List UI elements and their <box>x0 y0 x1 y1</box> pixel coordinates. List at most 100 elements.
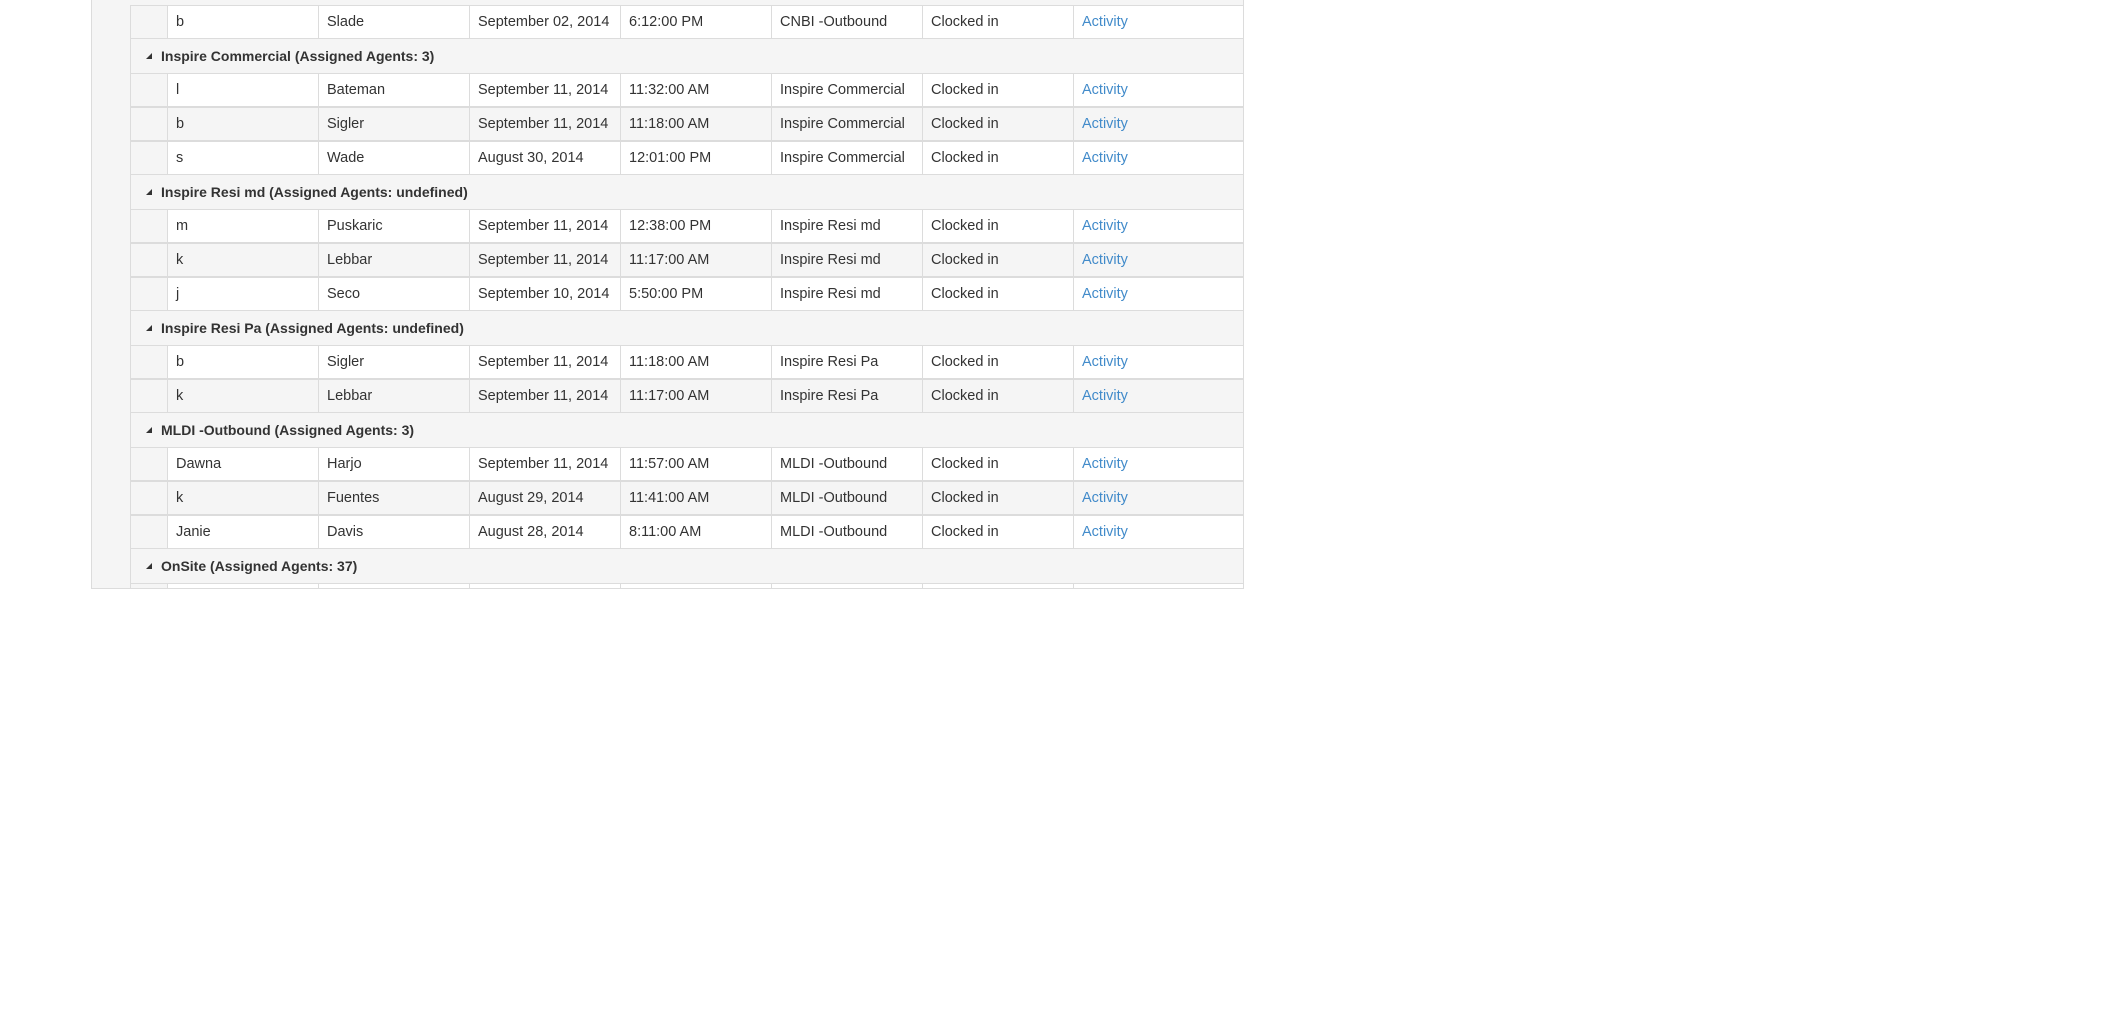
group-indent-cell <box>131 481 168 515</box>
group-header-row[interactable]: Inspire Resi md (Assigned Agents: undefi… <box>92 175 1243 209</box>
last-name-cell: Fuentes <box>319 482 470 514</box>
last-name-cell: Davis <box>319 516 470 548</box>
group-header[interactable]: Inspire Resi Pa (Assigned Agents: undefi… <box>131 311 1243 345</box>
activity-link[interactable]: Activity <box>1074 6 1243 38</box>
table-row[interactable]: Dawna Harjo September 11, 2014 11:57:00 AM M… <box>92 447 1243 481</box>
collapse-caret-icon[interactable] <box>145 52 161 60</box>
group-indent-cell <box>131 5 168 39</box>
date-cell: August 29, 2014 <box>470 482 621 514</box>
group-header-row[interactable]: Inspire Commercial (Assigned Agents: 3) <box>92 39 1243 73</box>
first-name-cell: b <box>168 346 319 378</box>
table-row[interactable]: j Seco September 10, 2014 5:50:00 PM Inspire… <box>92 277 1243 311</box>
status-cell: Clocked in <box>923 108 1074 140</box>
activity-link[interactable]: Activity <box>1074 516 1243 548</box>
agent-grid: b Slade September 02, 2014 6:12:00 PM CNBI -… <box>91 0 1244 589</box>
last-name-cell: Puskaric <box>319 210 470 242</box>
table-row[interactable]: l Bateman September 11, 2014 11:32:00 AM Ins… <box>92 73 1243 107</box>
date-cell: September 11, 2014 <box>470 244 621 276</box>
group-header-row[interactable]: OnSite (Assigned Agents: 37) <box>92 549 1243 583</box>
activity-link[interactable]: Activity <box>1074 346 1243 378</box>
group-indent-cell <box>131 73 168 107</box>
status-cell: Clocked in <box>923 142 1074 174</box>
date-cell: September 11, 2014 <box>470 346 621 378</box>
group-indent-cell <box>131 107 168 141</box>
activity-link[interactable] <box>1074 584 1243 588</box>
table-row[interactable]: k Lebbar September 11, 2014 11:17:00 AM Insp… <box>92 379 1243 413</box>
campaign-cell <box>772 584 923 588</box>
status-cell: Clocked in <box>923 278 1074 310</box>
row-gutter <box>92 549 131 583</box>
last-name-cell: Sigler <box>319 346 470 378</box>
collapse-caret-icon[interactable] <box>145 324 161 332</box>
row-gutter <box>92 243 131 277</box>
status-cell: Clocked in <box>923 380 1074 412</box>
time-cell: 11:17:00 AM <box>621 380 772 412</box>
collapse-caret-icon[interactable] <box>145 188 161 196</box>
collapse-caret-icon[interactable] <box>145 562 161 570</box>
row-gutter <box>92 141 131 175</box>
activity-link[interactable]: Activity <box>1074 74 1243 106</box>
table-row[interactable]: k Lebbar September 11, 2014 11:17:00 AM Insp… <box>92 243 1243 277</box>
activity-link[interactable]: Activity <box>1074 210 1243 242</box>
first-name-cell: k <box>168 482 319 514</box>
status-cell: Clocked in <box>923 516 1074 548</box>
time-cell: 5:50:00 PM <box>621 278 772 310</box>
row-gutter <box>92 413 131 447</box>
time-cell: 11:17:00 AM <box>621 244 772 276</box>
date-cell: September 11, 2014 <box>470 448 621 480</box>
group-indent-cell <box>131 209 168 243</box>
activity-link[interactable]: Activity <box>1074 108 1243 140</box>
time-cell: 11:32:00 AM <box>621 74 772 106</box>
table-row[interactable]: k Fuentes August 29, 2014 11:41:00 AM MLDI -… <box>92 481 1243 515</box>
status-cell: Clocked in <box>923 346 1074 378</box>
first-name-cell: k <box>168 244 319 276</box>
last-name-cell: Bateman <box>319 74 470 106</box>
group-header[interactable]: Inspire Resi md (Assigned Agents: undefi… <box>131 175 1243 209</box>
table-row[interactable] <box>92 583 1243 588</box>
table-row[interactable]: b Slade September 02, 2014 6:12:00 PM CNBI -… <box>92 5 1243 39</box>
row-gutter <box>92 311 131 345</box>
row-gutter <box>92 345 131 379</box>
campaign-cell: MLDI -Outbound <box>772 482 923 514</box>
last-name-cell: Sigler <box>319 108 470 140</box>
first-name-cell: j <box>168 278 319 310</box>
group-header-label: Inspire Commercial (Assigned Agents: 3) <box>161 48 435 64</box>
activity-link[interactable]: Activity <box>1074 482 1243 514</box>
campaign-cell: Inspire Resi md <box>772 210 923 242</box>
time-cell: 11:18:00 AM <box>621 346 772 378</box>
activity-link[interactable]: Activity <box>1074 142 1243 174</box>
status-cell: Clocked in <box>923 6 1074 38</box>
campaign-cell: MLDI -Outbound <box>772 516 923 548</box>
row-gutter <box>92 379 131 413</box>
group-header[interactable]: OnSite (Assigned Agents: 37) <box>131 549 1243 583</box>
campaign-cell: Inspire Commercial <box>772 108 923 140</box>
date-cell: September 11, 2014 <box>470 380 621 412</box>
date-cell: September 11, 2014 <box>470 74 621 106</box>
activity-link[interactable]: Activity <box>1074 244 1243 276</box>
row-gutter <box>92 447 131 481</box>
table-row[interactable]: b Sigler September 11, 2014 11:18:00 AM Insp… <box>92 107 1243 141</box>
group-indent-cell <box>131 583 168 588</box>
campaign-cell: Inspire Resi md <box>772 278 923 310</box>
table-row[interactable]: b Sigler September 11, 2014 11:18:00 AM Insp… <box>92 345 1243 379</box>
activity-link[interactable]: Activity <box>1074 448 1243 480</box>
group-header-row[interactable]: Inspire Resi Pa (Assigned Agents: undefi… <box>92 311 1243 345</box>
date-cell: August 30, 2014 <box>470 142 621 174</box>
first-name-cell: b <box>168 6 319 38</box>
activity-link[interactable]: Activity <box>1074 278 1243 310</box>
table-row[interactable]: s Wade August 30, 2014 12:01:00 PM Inspire C… <box>92 141 1243 175</box>
row-gutter <box>92 107 131 141</box>
campaign-cell: Inspire Resi Pa <box>772 346 923 378</box>
group-header[interactable]: Inspire Commercial (Assigned Agents: 3) <box>131 39 1243 73</box>
campaign-cell: Inspire Resi md <box>772 244 923 276</box>
date-cell: September 11, 2014 <box>470 108 621 140</box>
group-header-row[interactable]: MLDI -Outbound (Assigned Agents: 3) <box>92 413 1243 447</box>
collapse-caret-icon[interactable] <box>145 426 161 434</box>
status-cell: Clocked in <box>923 482 1074 514</box>
activity-link[interactable]: Activity <box>1074 380 1243 412</box>
table-row[interactable]: Janie Davis August 28, 2014 8:11:00 AM MLDI … <box>92 515 1243 549</box>
table-row[interactable]: m Puskaric September 11, 2014 12:38:00 PM In… <box>92 209 1243 243</box>
date-cell <box>470 584 621 588</box>
group-header[interactable]: MLDI -Outbound (Assigned Agents: 3) <box>131 413 1243 447</box>
time-cell: 6:12:00 PM <box>621 6 772 38</box>
